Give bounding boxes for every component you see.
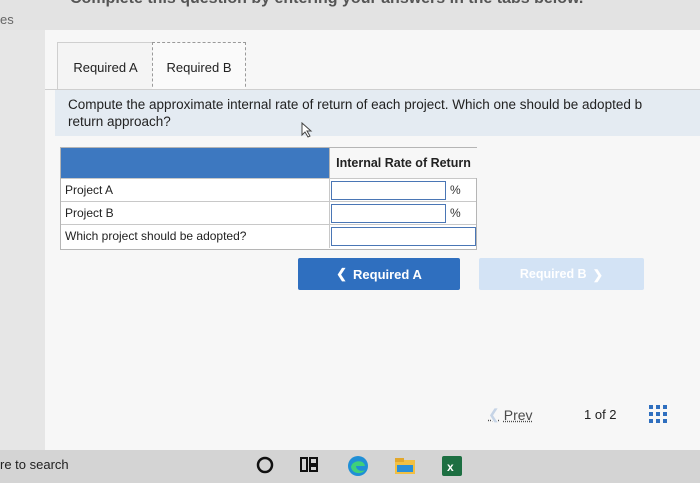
prev-label: Prev — [503, 406, 533, 423]
mouse-cursor-icon — [301, 122, 313, 138]
row-label-project-a: Project A — [65, 183, 114, 197]
file-explorer-icon[interactable] — [393, 454, 417, 478]
page-counter: 1 of 2 — [584, 407, 617, 422]
row-label-adopted: Which project should be adopted? — [65, 229, 247, 243]
tab-required-a[interactable]: Required A — [57, 42, 154, 91]
required-b-nav-button[interactable]: Required B ❯ — [479, 258, 644, 290]
percent-sign: % — [450, 206, 461, 220]
percent-sign: % — [450, 183, 461, 197]
cortana-icon[interactable] — [254, 454, 276, 476]
required-b-nav-label: Required B — [519, 267, 587, 281]
table-row-adopted: Which project should be adopted? — [61, 224, 476, 248]
row-label-project-b: Project B — [65, 206, 114, 220]
project-a-irr-input[interactable] — [331, 181, 446, 200]
irr-column-header: Internal Rate of Return — [329, 148, 477, 178]
question-text: Compute the approximate internal rate of… — [68, 97, 643, 129]
required-a-nav-label: Required A — [353, 266, 422, 282]
task-view-icon[interactable] — [298, 454, 320, 476]
taskbar-search-box[interactable]: re to search — [0, 457, 69, 472]
irr-table: Internal Rate of Return Project A % Proj… — [60, 147, 477, 250]
tab-required-b-label: Required B — [166, 59, 232, 75]
chevron-left-icon: ❮ — [488, 406, 500, 422]
table-row-project-b: Project B % — [61, 201, 476, 225]
row-divider — [329, 202, 330, 225]
project-b-irr-input[interactable] — [331, 204, 446, 223]
edge-browser-icon[interactable] — [346, 454, 370, 478]
prev-page-link[interactable]: ❮ Prev — [488, 406, 533, 423]
chevron-left-icon: ❮ — [336, 266, 348, 281]
table-row-project-a: Project A % — [61, 178, 476, 202]
left-strip — [0, 0, 45, 450]
svg-text:x: x — [447, 460, 454, 474]
tab-required-b[interactable]: Required B — [152, 42, 246, 92]
instruction-header: Complete this question by entering your … — [70, 0, 583, 8]
row-divider — [329, 179, 330, 202]
grid-menu-icon[interactable] — [648, 404, 668, 424]
table-header-blank — [61, 148, 329, 178]
row-divider — [329, 225, 330, 248]
excel-icon[interactable]: x — [440, 454, 464, 478]
tab-required-a-label: Required A — [73, 59, 138, 75]
adopted-project-select[interactable] — [331, 227, 476, 246]
chevron-right-icon: ❯ — [592, 267, 604, 282]
left-fragment-text: es — [0, 12, 14, 27]
required-a-nav-button[interactable]: ❮ Required A — [298, 258, 460, 290]
